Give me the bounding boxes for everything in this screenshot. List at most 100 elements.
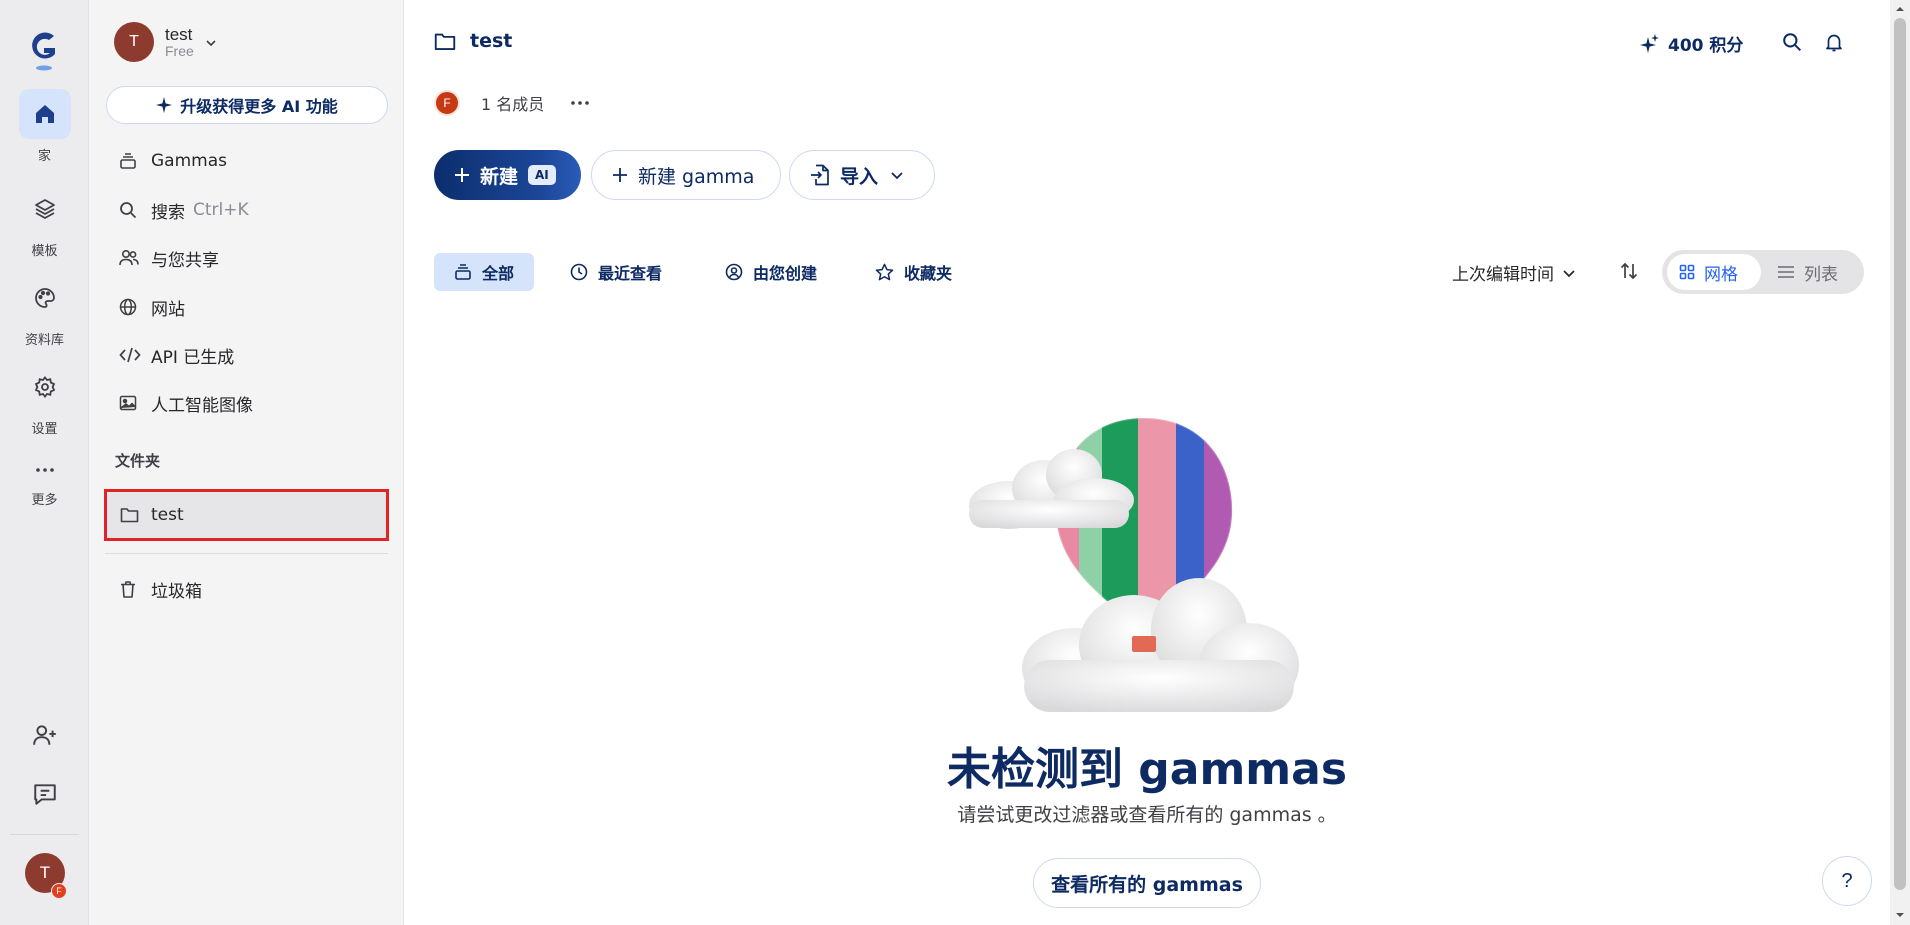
grid-icon bbox=[1679, 264, 1695, 280]
sort-label: 上次编辑时间 bbox=[1452, 265, 1554, 285]
trash-icon bbox=[119, 580, 143, 599]
empty-state-subtitle: 请尝试更改过滤器或查看所有的 gammas 。 bbox=[957, 804, 1337, 826]
page-title-text: test bbox=[470, 30, 513, 52]
members-count[interactable]: 1 名成员 bbox=[481, 91, 544, 115]
rail-item-templates[interactable]: 模板 bbox=[0, 184, 89, 259]
gear-icon bbox=[19, 362, 71, 412]
new-label: 新建 bbox=[480, 165, 519, 188]
more-icon bbox=[19, 445, 71, 495]
gamma-logo[interactable] bbox=[27, 28, 61, 72]
workspace-avatar: T bbox=[114, 22, 154, 62]
rail-label: 模板 bbox=[31, 244, 58, 259]
rail-item-library[interactable]: 资料库 bbox=[0, 273, 89, 348]
workspace-plan: Free bbox=[165, 42, 194, 59]
sort-direction-icon[interactable] bbox=[1619, 261, 1639, 281]
view-grid-button[interactable]: 网格 bbox=[1667, 254, 1761, 290]
page-title: test bbox=[434, 30, 512, 52]
code-icon bbox=[119, 346, 143, 364]
empty-state-title: 未检测到 gammas bbox=[946, 744, 1348, 795]
rail-item-home[interactable]: 家 bbox=[0, 89, 89, 164]
home-icon bbox=[18, 89, 71, 139]
upgrade-button[interactable]: 升级获得更多 AI 功能 bbox=[106, 86, 388, 124]
hot-air-balloon-illustration bbox=[969, 418, 1299, 712]
import-icon bbox=[811, 164, 829, 186]
scroll-thumb[interactable] bbox=[1894, 18, 1906, 890]
scroll-up-arrow-icon[interactable] bbox=[1895, 4, 1905, 14]
sidebar-folder-test[interactable]: test bbox=[104, 489, 389, 541]
view-all-gammas-button[interactable]: 查看所有的 gammas bbox=[1033, 858, 1261, 908]
filter-created-by-you[interactable]: 由您创建 bbox=[705, 253, 837, 291]
chevron-down-icon bbox=[891, 172, 903, 180]
scrollbar[interactable] bbox=[1890, 0, 1910, 925]
image-icon bbox=[119, 394, 143, 412]
sidebar-item-ai-images[interactable]: 人工智能图像 bbox=[105, 384, 388, 422]
rail-item-more[interactable]: 更多 bbox=[0, 445, 89, 508]
star-icon bbox=[875, 263, 894, 280]
workspace-switcher[interactable]: T test Free bbox=[114, 22, 218, 62]
new-ai-button[interactable]: 新建 AI bbox=[434, 150, 581, 200]
sidebar-item-shared[interactable]: 与您共享 bbox=[105, 239, 388, 277]
icon-rail: 家 模板 资料库 设置 更多 T F bbox=[0, 0, 89, 925]
credits-button[interactable]: 400 积分 bbox=[1640, 31, 1743, 56]
sidebar-item-label: 搜索 bbox=[151, 202, 185, 223]
sidebar: T test Free 升级获得更多 AI 功能 Gammas 搜索 Ctrl+… bbox=[89, 0, 404, 925]
filter-favorites[interactable]: 收藏夹 bbox=[855, 253, 972, 291]
filter-all[interactable]: 全部 bbox=[434, 253, 535, 291]
folders-heading: 文件夹 bbox=[115, 452, 161, 470]
avatar-badge: F bbox=[51, 883, 67, 899]
member-avatar[interactable]: F bbox=[434, 90, 460, 116]
filter-label: 收藏夹 bbox=[904, 264, 953, 283]
rail-divider bbox=[10, 834, 79, 835]
search-icon[interactable] bbox=[1782, 32, 1802, 52]
layers-icon bbox=[19, 184, 71, 234]
sparkle-icon bbox=[156, 97, 173, 113]
stack-icon bbox=[119, 152, 143, 170]
sidebar-item-search[interactable]: 搜索 Ctrl+K bbox=[105, 191, 388, 229]
sidebar-item-trash[interactable]: 垃圾箱 bbox=[105, 570, 388, 608]
clock-icon bbox=[570, 263, 588, 281]
view-toggle: 网格 列表 bbox=[1662, 250, 1864, 294]
sidebar-item-api[interactable]: API 已生成 bbox=[105, 336, 388, 374]
sidebar-item-sites[interactable]: 网站 bbox=[105, 288, 388, 326]
sort-select[interactable]: 上次编辑时间 bbox=[1452, 260, 1576, 285]
view-list-button[interactable]: 列表 bbox=[1777, 254, 1861, 290]
sidebar-item-label: API 已生成 bbox=[151, 347, 235, 368]
shortcut-hint: Ctrl+K bbox=[193, 200, 249, 220]
help-button[interactable]: ? bbox=[1822, 856, 1872, 906]
workspace-name: test bbox=[165, 24, 193, 44]
sidebar-item-gammas[interactable]: Gammas bbox=[105, 142, 388, 180]
new-gamma-button[interactable]: 新建 gamma bbox=[591, 150, 781, 200]
list-icon bbox=[1778, 266, 1794, 278]
rail-label: 资料库 bbox=[24, 333, 64, 348]
credits-label: 400 积分 bbox=[1668, 36, 1744, 56]
import-button[interactable]: 导入 bbox=[789, 150, 935, 200]
filter-label: 由您创建 bbox=[753, 264, 818, 283]
stack-icon bbox=[455, 264, 471, 280]
chevron-down-icon bbox=[206, 40, 216, 47]
users-icon bbox=[119, 249, 143, 267]
folder-icon bbox=[120, 507, 139, 523]
rail-label: 更多 bbox=[31, 493, 58, 508]
bell-icon[interactable] bbox=[1824, 32, 1844, 52]
filter-label: 最近查看 bbox=[598, 264, 663, 283]
invite-user-icon[interactable] bbox=[32, 722, 58, 748]
ai-badge: AI bbox=[528, 165, 556, 185]
palette-icon bbox=[19, 273, 71, 323]
scroll-down-arrow-icon[interactable] bbox=[1895, 910, 1905, 920]
folder-label: test bbox=[151, 505, 184, 525]
plus-icon bbox=[613, 168, 627, 182]
main-content: test 400 积分 F 1 名成员 新建 AI 新建 gamma 导入 全部… bbox=[404, 0, 1890, 925]
more-options-icon[interactable] bbox=[570, 100, 590, 106]
sidebar-item-label: 垃圾箱 bbox=[151, 581, 202, 602]
filter-recent[interactable]: 最近查看 bbox=[550, 253, 682, 291]
sidebar-divider bbox=[105, 553, 388, 554]
filter-label: 全部 bbox=[482, 264, 515, 283]
sidebar-item-label: 网站 bbox=[151, 299, 185, 320]
sidebar-item-label: Gammas bbox=[151, 151, 227, 171]
upgrade-label: 升级获得更多 AI 功能 bbox=[180, 97, 338, 116]
sidebar-item-label: 人工智能图像 bbox=[151, 395, 253, 416]
feedback-icon[interactable] bbox=[32, 781, 58, 807]
rail-item-settings[interactable]: 设置 bbox=[0, 362, 89, 437]
sparkles-icon bbox=[1640, 33, 1659, 53]
user-circle-icon bbox=[725, 263, 743, 281]
